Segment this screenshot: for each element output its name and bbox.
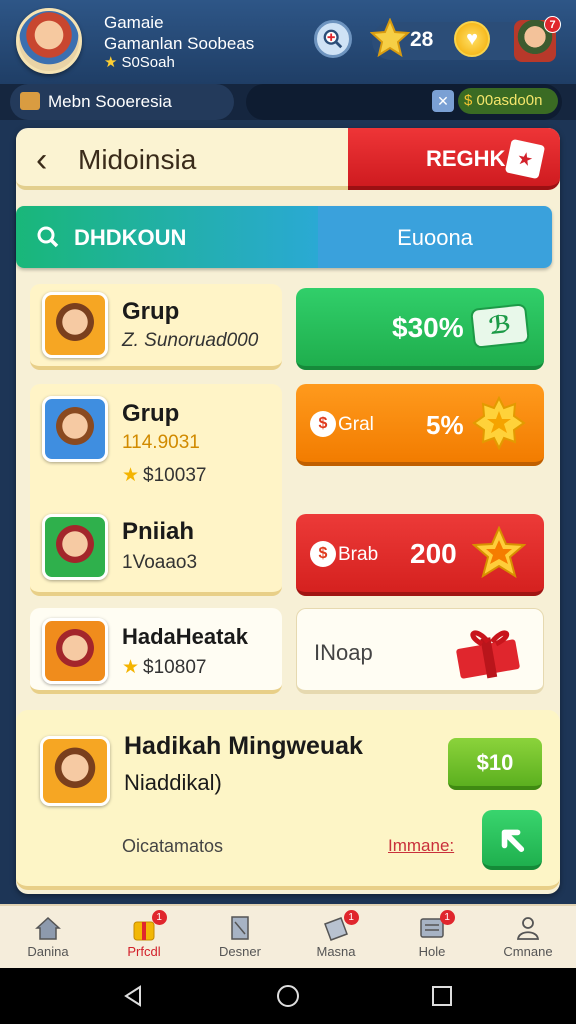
action-value: $30% [392,312,464,343]
chest-icon [20,92,40,110]
star-count: 28 [410,28,434,51]
heart-coin-icon[interactable]: ♥ [454,21,490,57]
tab-strip: DHDKOUN Euoona [16,206,552,268]
coin-icon: $ [464,92,473,109]
daily-reward-link[interactable]: Immane: [388,836,454,856]
mode-label: Mebn Sooeresia [48,92,172,111]
group-avatar [42,292,108,358]
action-value: 5% [426,410,464,440]
group-title: HadaHeatak [122,624,248,649]
star-badge-icon [370,18,410,58]
claim-button[interactable]: $10 [448,738,542,790]
nav-label: Prfcdl [127,944,161,959]
nav-item-mail[interactable]: Masna 1 [288,906,384,968]
book-icon [231,916,249,940]
star-badge-icon [472,526,526,579]
profile-avatar[interactable] [16,8,82,74]
reward-avatar [40,736,110,806]
group-avatar [42,618,108,684]
star-icon: ★ [104,54,118,71]
nav-badge: 1 [151,910,167,925]
recents-nav-icon[interactable] [430,984,454,1008]
daily-reward-footer: Oicatamatos [122,836,224,856]
group-subtitle: 1Voaao3 [122,552,198,573]
nav-label: Masna [316,944,356,959]
people-icon [516,917,540,940]
group-avatar [42,514,108,580]
coin-icon: $ [310,411,336,437]
nav-item-people[interactable]: Cmnane [480,906,576,968]
game-title: Gamaie [104,13,164,32]
tab-search-label: DHDKOUN [74,225,187,250]
nav-label: Cmnane [503,944,553,959]
coin-value[interactable]: $ 00asdo0n [458,88,558,114]
action-label: INoap [314,640,373,665]
star-icon: ★ [122,465,140,486]
search-icon [323,29,343,49]
nav-label: Desner [219,944,261,959]
profile-stat: ★ S0Soah [104,53,175,72]
action-label: Brab [338,544,379,565]
group-subtitle: Z. Sunoruad000 [122,330,259,351]
star-icon: ★ [122,657,140,678]
tab-search[interactable]: DHDKOUN [16,206,318,268]
search-icon [37,226,59,248]
daily-reward-subtitle: Niaddikal) [124,770,222,795]
go-button[interactable] [482,810,542,870]
group-reward: ★ $10807 [122,656,206,679]
tab-secondary-label: Euoona [397,225,473,250]
arrow-icon [501,829,525,852]
tab-secondary[interactable]: Euoona [318,206,552,268]
group-title: Grup [122,400,180,427]
sun-badge-icon [472,396,526,450]
gift-icon [456,630,520,679]
home-nav-icon[interactable] [276,984,300,1008]
group-reward: ★ $10037 [122,464,206,487]
coin-value-text: 00asdo0n [476,92,543,109]
daily-reward-title: Hadikah Mingweuak [124,732,363,760]
action-label: Gral [338,414,374,435]
home-icon [35,916,61,940]
nav-label: Hole [418,944,446,959]
nav-badge: 1 [439,910,455,925]
nav-item-book[interactable]: Desner [192,906,288,968]
profile-stat-value: S0Soah [121,54,175,71]
nav-item-list[interactable]: Hole 1 [384,906,480,968]
back-button[interactable]: ‹ [36,138,66,182]
notification-badge: 7 [544,16,561,33]
nav-item-gift[interactable]: Prfcdl 1 [96,906,192,968]
page-title: Midoinsia [78,144,197,175]
action-value: 200 [410,538,457,569]
note-icon: ℬ [470,303,530,349]
nav-label: Danina [27,944,69,959]
group-avatar [42,396,108,462]
group-reward-value: $10037 [143,465,207,486]
nav-item-home[interactable]: Danina [0,906,96,968]
ticket-icon: ★ [504,138,546,180]
coin-icon: $ [310,541,336,567]
search-button[interactable] [314,20,352,58]
group-subtitle: 114.9031 [122,432,200,453]
group-title: Grup [122,298,180,325]
reward-label: REGHK [426,146,506,171]
group-title: Pniiah [122,518,195,545]
group-reward-value: $10807 [143,657,207,678]
back-nav-icon[interactable] [122,984,146,1008]
sword-icon: ✕ [432,90,454,112]
nav-badge: 1 [343,910,359,925]
game-subtitle: Gamanlan Soobeas [104,34,255,53]
bottom-nav: Danina Prfcdl 1 Desner Masna 1 Hole 1 Cm… [0,904,576,968]
